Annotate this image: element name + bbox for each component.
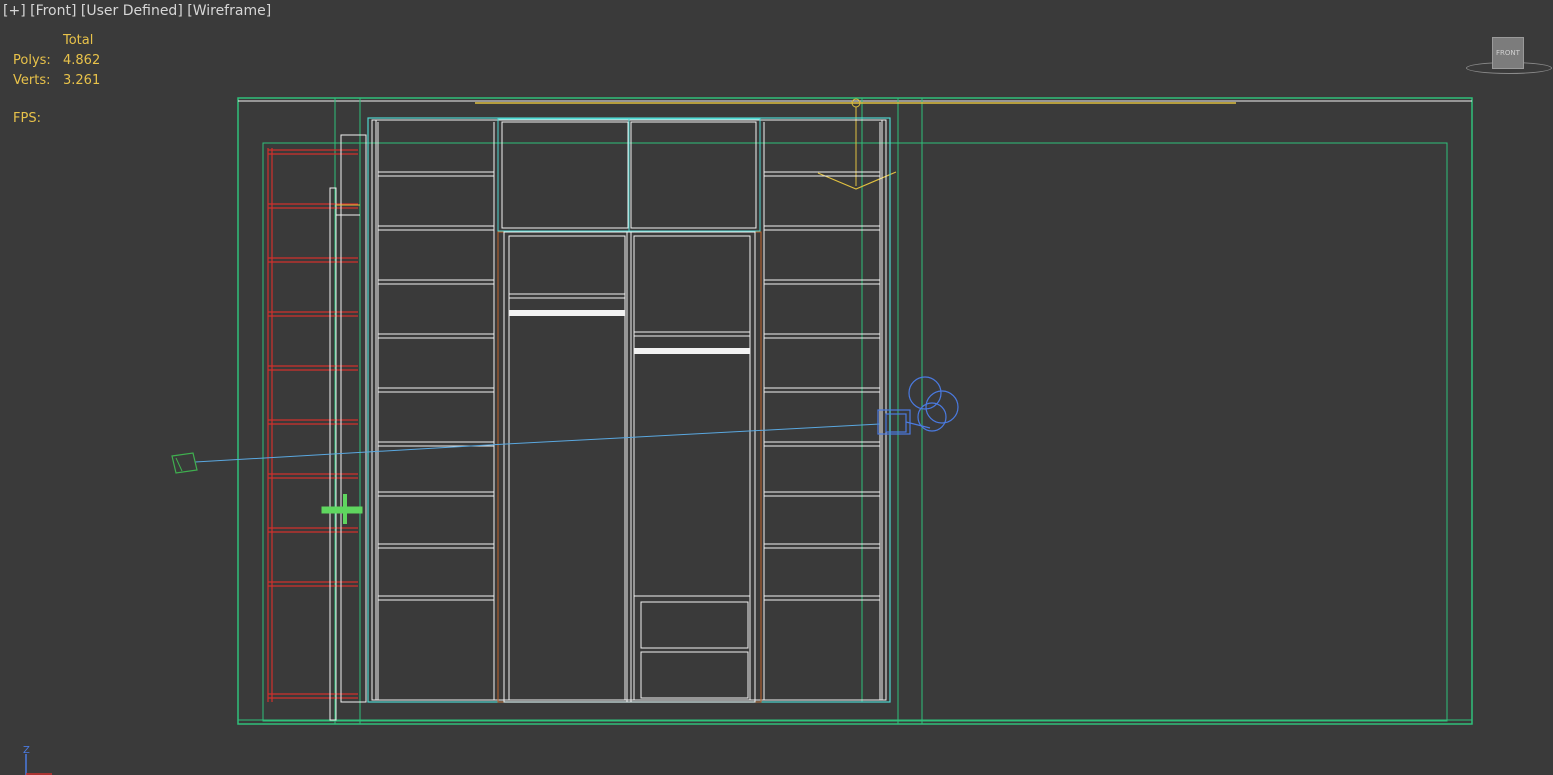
viewport-scene[interactable] <box>0 0 1553 775</box>
camera-target-icon[interactable] <box>171 452 198 474</box>
top-cabinets[interactable] <box>497 118 761 232</box>
camera-line[interactable] <box>194 423 881 463</box>
left-shelves[interactable] <box>377 122 495 700</box>
red-rack[interactable] <box>267 148 358 702</box>
room-frame <box>237 97 1473 725</box>
hanging-sections[interactable] <box>497 231 762 703</box>
axis-z-label: Z <box>23 745 30 756</box>
axis-tripod: Z <box>23 745 52 775</box>
right-shelves[interactable] <box>763 122 881 700</box>
door-frame[interactable] <box>321 134 367 721</box>
